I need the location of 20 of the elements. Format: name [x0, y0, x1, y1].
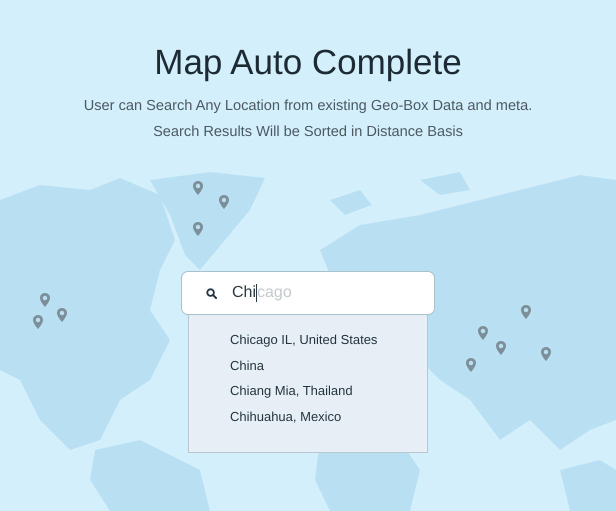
autocomplete-hint: cago [257, 284, 292, 302]
search-field[interactable]: Chicago [181, 271, 435, 315]
page-subtitle: User can Search Any Location from existing Geo-Box Data and meta. Search Results Will be Sorted in Distance Basis [83, 97, 533, 142]
map-pin-icon [33, 315, 43, 329]
map-pin-icon [193, 222, 203, 236]
map-pin-icon [478, 326, 488, 340]
map-pin-icon [219, 195, 229, 209]
map-pin-icon [496, 341, 506, 355]
map-pin-icon [521, 305, 531, 319]
search-icon [206, 288, 217, 298]
map-pin-icon [193, 181, 203, 195]
map-pin-icon [466, 358, 476, 372]
suggestion-item[interactable]: Chihuahua, Mexico [230, 404, 427, 430]
suggestion-item[interactable]: China [230, 352, 427, 378]
page-title: Map Auto Complete [154, 42, 462, 84]
map-pin-icon [541, 347, 551, 361]
map-pin-icon [57, 308, 67, 322]
map-pin-icon [40, 293, 50, 307]
suggestion-item[interactable]: Chicago IL, United States [230, 327, 427, 353]
suggestion-item[interactable]: Chiang Mia, Thailand [230, 378, 427, 404]
